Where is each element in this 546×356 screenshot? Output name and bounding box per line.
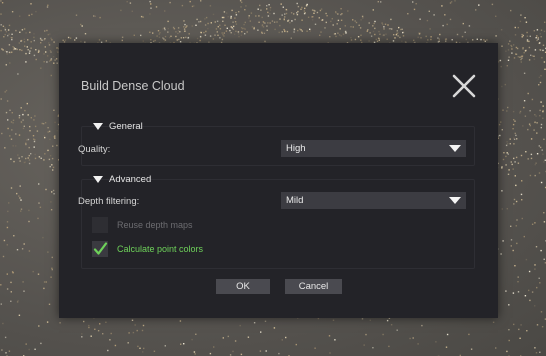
general-header-label: General [109,121,143,132]
quality-select-value: High [286,143,306,154]
reuse-depth-maps-label: Reuse depth maps [117,220,193,230]
depth-filtering-select-value: Mild [286,195,304,206]
advanced-section-header[interactable]: Advanced [93,174,151,185]
quality-select[interactable]: High [281,140,466,157]
reuse-depth-maps-checkbox[interactable] [92,217,108,233]
cancel-button[interactable]: Cancel [285,279,342,294]
dropdown-arrow-icon [449,145,461,152]
depth-filtering-label: Depth filtering: [78,196,140,207]
advanced-header-label: Advanced [109,174,152,185]
collapse-triangle-icon [93,123,103,130]
build-dense-cloud-dialog: Build Dense Cloud General Quality: High … [59,43,498,318]
checkmark-icon [93,242,108,255]
calculate-point-colors-label: Calculate point colors [117,244,204,254]
calculate-point-colors-checkbox[interactable] [92,241,108,257]
dropdown-arrow-icon [449,197,461,204]
quality-label: Quality: [78,144,111,155]
depth-filtering-select[interactable]: Mild [281,192,466,209]
dialog-title: Build Dense Cloud [81,79,185,93]
general-section-header[interactable]: General [93,121,143,132]
close-icon[interactable] [451,73,477,99]
ok-button[interactable]: OK [216,279,270,294]
collapse-triangle-icon [93,176,103,183]
